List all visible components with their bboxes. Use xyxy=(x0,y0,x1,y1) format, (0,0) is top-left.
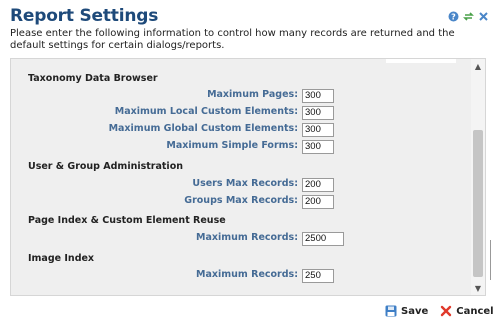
settings-panel: Taxonomy Data Browser Maximum Pages: Max… xyxy=(10,58,486,296)
max-simple-forms-label: Maximum Simple Forms: xyxy=(166,140,298,151)
max-pages-label: Maximum Pages: xyxy=(207,89,298,100)
groups-max-records-input[interactable] xyxy=(302,195,334,209)
section-user-group-title: User & Group Administration xyxy=(28,161,183,172)
scroll-up-icon[interactable]: ▲ xyxy=(471,59,485,73)
max-global-custom-elements-label: Maximum Global Custom Elements: xyxy=(108,123,298,134)
help-icon[interactable]: ? xyxy=(448,11,459,22)
users-max-records-label: Users Max Records: xyxy=(192,178,298,189)
page-description: Please enter the following information t… xyxy=(10,28,455,51)
cancel-icon xyxy=(440,305,452,317)
save-button[interactable]: Save xyxy=(385,305,428,317)
page-index-max-records-input[interactable] xyxy=(302,232,344,246)
header-icons: ? xyxy=(448,11,489,22)
image-index-max-records-input[interactable] xyxy=(302,269,334,283)
section-page-index-title: Page Index & Custom Element Reuse xyxy=(28,215,226,226)
panel-top-strip xyxy=(386,59,456,63)
max-global-custom-elements-input[interactable] xyxy=(302,123,334,137)
side-divider xyxy=(490,240,495,280)
section-taxonomy-title: Taxonomy Data Browser xyxy=(28,73,158,84)
max-local-custom-elements-input[interactable] xyxy=(302,106,334,120)
page-index-max-records-label: Maximum Records: xyxy=(196,232,298,243)
max-simple-forms-input[interactable] xyxy=(302,140,334,154)
svg-text:?: ? xyxy=(451,12,456,21)
section-image-index-title: Image Index xyxy=(28,253,95,264)
max-local-custom-elements-label: Maximum Local Custom Elements: xyxy=(114,106,298,117)
scroll-down-icon[interactable]: ▼ xyxy=(471,281,485,295)
image-index-max-records-label: Maximum Records: xyxy=(196,269,298,280)
refresh-icon[interactable] xyxy=(463,11,474,22)
close-icon[interactable] xyxy=(478,11,489,22)
save-icon xyxy=(385,305,397,317)
cancel-button[interactable]: Cancel xyxy=(440,305,494,317)
users-max-records-input[interactable] xyxy=(302,178,334,192)
max-pages-input[interactable] xyxy=(302,89,334,103)
cancel-label: Cancel xyxy=(456,305,494,317)
page-title: Report Settings xyxy=(10,6,159,26)
dialog-actions: Save Cancel xyxy=(385,305,494,317)
groups-max-records-label: Groups Max Records: xyxy=(184,195,298,206)
panel-scrollbar[interactable]: ▲ ▼ xyxy=(471,59,485,295)
scroll-thumb[interactable] xyxy=(473,130,483,277)
save-label: Save xyxy=(401,305,429,317)
